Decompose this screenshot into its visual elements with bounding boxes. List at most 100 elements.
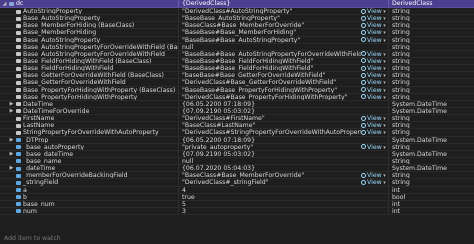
watch-row[interactable]: base_num 5 int bbox=[0, 200, 474, 208]
watch-row[interactable]: ▶ _DTProp {06.05.2200 07:18:09} System.Date… bbox=[0, 136, 474, 144]
row-value[interactable]: "BaseBase#Base_MemberForHiding" bbox=[178, 29, 361, 36]
row-value[interactable]: "BaseBase#Base_PropertyForHidingWithProp… bbox=[178, 86, 361, 93]
watch-row[interactable]: AutoStringProperty "DerivedClass#AutoStri… bbox=[0, 8, 474, 16]
watch-row[interactable]: Base_PropertyForHidingWithProperty (Base… bbox=[0, 86, 474, 94]
watch-row[interactable]: Base_AutoStringProperty "BaseBase_AutoStr… bbox=[0, 15, 474, 23]
watch-row[interactable]: Base_FieldForHidingWithField "BaseBase#Ba… bbox=[0, 65, 474, 73]
view-button[interactable]: View ▾ bbox=[361, 122, 388, 128]
expand-arrow-icon[interactable]: ▶ bbox=[9, 108, 14, 114]
watch-row[interactable]: a 4 int bbox=[0, 186, 474, 194]
row-value[interactable]: "baseBase#Base_GetterForOverrideWithFiel… bbox=[178, 72, 361, 79]
watch-row[interactable]: Base_AutoStringPropertyForOverrideWithFi… bbox=[0, 50, 474, 58]
row-value[interactable]: "BaseBase#Base_AutoStringProperty" bbox=[178, 36, 361, 43]
row-value[interactable]: "DerivedClass#_stringField" bbox=[178, 179, 361, 186]
view-button[interactable]: View ▾ bbox=[361, 22, 388, 28]
row-value[interactable]: {07.09.2190 05:03:02} bbox=[178, 150, 361, 157]
view-label: View bbox=[367, 8, 382, 15]
row-value[interactable]: "BaseBase#Base_FieldForHidingWithField" bbox=[178, 65, 361, 72]
view-label: View bbox=[367, 15, 382, 22]
row-value[interactable]: "DerivedClass#FirstName" bbox=[178, 115, 361, 122]
row-value[interactable]: null bbox=[178, 43, 361, 50]
view-button[interactable]: View ▾ bbox=[361, 94, 388, 100]
watch-row[interactable]: StringPropertyForOverrideWithAutoPropert… bbox=[0, 129, 474, 137]
magnifier-icon bbox=[361, 29, 366, 35]
watch-row[interactable]: Base_GetterForOverrideWithField (BaseCla… bbox=[0, 72, 474, 80]
watch-row[interactable]: LastName "BaseClass#LastName" View ▾ string bbox=[0, 122, 474, 130]
view-button[interactable]: View ▾ bbox=[361, 72, 388, 78]
row-value[interactable]: {07.09.2190 05:03:02} bbox=[178, 107, 361, 115]
header-view bbox=[361, 0, 388, 7]
view-button[interactable]: View ▾ bbox=[361, 179, 388, 186]
watch-row[interactable]: Base_PropertyForHidingWithProperty "Deriv… bbox=[0, 93, 474, 101]
watch-row[interactable]: _base_autoProperty "private_autoproperty"… bbox=[0, 143, 474, 151]
row-value[interactable]: "BaseBase#Base_AutoStringPropertyForOver… bbox=[178, 50, 361, 57]
row-value[interactable]: "private_autoproperty" bbox=[178, 143, 361, 150]
expand-arrow-icon[interactable]: ▶ bbox=[9, 137, 14, 143]
watch-row[interactable]: Base_MemberForHiding (BaseClass) "BaseCla… bbox=[0, 22, 474, 30]
name-cell: Base_AutoStringProperty bbox=[0, 15, 178, 21]
field-icon bbox=[16, 202, 21, 207]
row-value[interactable]: "BaseBase#Base_FieldForHidingWithField" bbox=[178, 57, 361, 65]
view-button[interactable]: View ▾ bbox=[361, 15, 388, 21]
row-type: string bbox=[388, 157, 474, 165]
row-value[interactable]: true bbox=[178, 193, 361, 200]
watch-row[interactable]: ▶ DateTime {06.05.2200 07:18:09} System.Dat… bbox=[0, 100, 474, 108]
view-button[interactable]: View ▾ bbox=[361, 8, 388, 14]
watch-row[interactable]: Base_AutoStringPropertyForOverrideWithFi… bbox=[0, 43, 474, 51]
view-button[interactable]: View ▾ bbox=[361, 129, 388, 136]
name-cell: Base_FieldForHidingWithField bbox=[0, 65, 178, 71]
watch-row[interactable]: ▶ _base_dateTime {07.09.2190 05:03:02} Syst… bbox=[0, 150, 474, 158]
row-value[interactable]: null bbox=[178, 157, 361, 165]
row-value[interactable]: 3 bbox=[178, 207, 361, 215]
watch-row[interactable]: _base_name null string bbox=[0, 157, 474, 166]
view-button[interactable]: View ▾ bbox=[361, 29, 388, 36]
watch-row[interactable]: _memberForOverrideBackingField "BaseClass… bbox=[0, 172, 474, 180]
watch-row[interactable]: ▶ DateTimeForOverride {07.09.2190 05:03:02… bbox=[0, 107, 474, 116]
row-value[interactable]: 5 bbox=[178, 200, 361, 207]
row-value[interactable]: "BaseClass#LastName" bbox=[178, 122, 361, 129]
row-value[interactable]: "BaseClass#Base_MemberForOverride" bbox=[178, 22, 361, 29]
watch-row[interactable]: Base_GetterForOverrideWithField "DerivedC… bbox=[0, 79, 474, 87]
view-button[interactable]: View ▾ bbox=[361, 144, 388, 150]
watch-row[interactable]: FirstName "DerivedClass#FirstName" View ▾ s… bbox=[0, 115, 474, 123]
watch-row[interactable]: ▶ _dateTime {06.07.2020 05:04:03} System.Da… bbox=[0, 165, 474, 173]
row-value[interactable]: {06.05.2200 07:18:09} bbox=[178, 136, 361, 143]
view-button[interactable]: View ▾ bbox=[361, 58, 388, 64]
row-type: string bbox=[388, 29, 474, 36]
row-value[interactable]: {06.05.2200 07:18:09} bbox=[178, 100, 361, 107]
magnifier-icon bbox=[361, 65, 366, 71]
watch-row[interactable]: Base_AutoStringProperty "BaseBase#Base_Au… bbox=[0, 36, 474, 44]
view-button[interactable]: View ▾ bbox=[361, 51, 388, 57]
view-button[interactable]: View ▾ bbox=[361, 172, 388, 178]
view-button[interactable]: View ▾ bbox=[361, 37, 388, 43]
expand-arrow-icon[interactable]: ▶ bbox=[9, 151, 14, 157]
watch-row[interactable]: Base_MemberForHiding "BaseBase#Base_Membe… bbox=[0, 29, 474, 37]
watch-row[interactable]: b true bool bbox=[0, 193, 474, 201]
row-value[interactable]: "DerivedClass#Base_PropertyForHidingWith… bbox=[178, 93, 361, 100]
watch-row[interactable]: Base_FieldForHidingWithField (BaseClass)… bbox=[0, 57, 474, 66]
view-button[interactable]: View ▾ bbox=[361, 65, 388, 71]
add-watch-input[interactable]: Add item to watch bbox=[0, 234, 474, 244]
watch-row[interactable]: num 3 int bbox=[0, 207, 474, 216]
name-cell: b bbox=[0, 194, 178, 200]
row-value[interactable]: "DerivedClass#AutoStringProperty" bbox=[178, 8, 361, 15]
collapse-arrow-icon[interactable]: ◢ bbox=[2, 0, 7, 7]
row-name: _dateTime bbox=[23, 165, 56, 172]
row-value[interactable]: "DerivedClass#Base_GetterForOverrideWith… bbox=[178, 79, 361, 86]
row-type: string bbox=[388, 43, 474, 50]
row-value[interactable]: "DerivedClass#StringPropertyForOverrideW… bbox=[178, 129, 361, 136]
watch-row[interactable]: _stringField "DerivedClass#_stringField" V… bbox=[0, 179, 474, 187]
name-cell: ▶ DateTimeForOverride bbox=[0, 108, 178, 114]
row-value[interactable]: "BaseBase_AutoStringProperty" bbox=[178, 15, 361, 22]
watch-header-row[interactable]: ◢ dc {DerivedClass} DerivedClass bbox=[0, 0, 474, 8]
expand-arrow-icon[interactable]: ▶ bbox=[9, 101, 14, 107]
row-value[interactable]: {06.07.2020 05:04:03} bbox=[178, 165, 361, 172]
field-icon bbox=[16, 180, 21, 185]
view-button[interactable]: View ▾ bbox=[361, 87, 388, 93]
expand-arrow-icon[interactable]: ▶ bbox=[9, 165, 14, 171]
view-button[interactable]: View ▾ bbox=[361, 115, 388, 121]
view-button[interactable]: View ▾ bbox=[361, 79, 388, 86]
row-value[interactable]: "BaseClass#Base_MemberForOverride" bbox=[178, 172, 361, 179]
name-cell: _base_autoProperty bbox=[0, 144, 178, 150]
row-value[interactable]: 4 bbox=[178, 186, 361, 193]
